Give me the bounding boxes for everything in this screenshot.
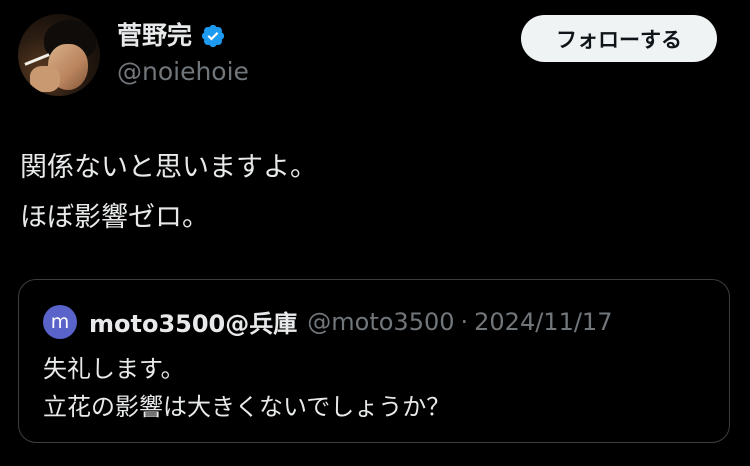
follow-button[interactable]: フォローする: [521, 15, 717, 62]
quoted-separator: ·: [460, 307, 469, 336]
author-display-name[interactable]: 菅野完: [117, 18, 192, 54]
quoted-author-handle: @moto3500: [307, 307, 455, 336]
avatar-hand: [30, 66, 60, 92]
tweet-text: 関係ないと思いますよ。 ほぼ影響ゼロ。: [20, 143, 720, 243]
tweet-text-line: 関係ないと思いますよ。: [20, 152, 317, 183]
avatar-cigarette: [24, 53, 50, 66]
quoted-tweet-card[interactable]: m moto3500@兵庫 @moto3500 · 2024/11/17 失礼し…: [18, 279, 730, 443]
quoted-text-line: 立花の影響は大きくないでしょうか？: [43, 393, 451, 421]
tweet-text-line: ほぼ影響ゼロ。: [20, 202, 209, 233]
quoted-tweet-header: m moto3500@兵庫 @moto3500 · 2024/11/17: [43, 304, 612, 339]
author-name-row: 菅野完: [117, 18, 226, 54]
quoted-text-line: 失礼します。: [43, 355, 185, 383]
author-handle[interactable]: @noiehoie: [117, 54, 249, 90]
quoted-author-avatar: m: [43, 304, 77, 339]
quoted-date: 2024/11/17: [474, 307, 613, 336]
author-avatar[interactable]: [18, 14, 100, 96]
quoted-tweet-text: 失礼します。 立花の影響は大きくないでしょうか？: [43, 350, 450, 426]
quoted-author-name: moto3500@兵庫: [89, 310, 298, 338]
verified-badge-icon: [201, 24, 225, 48]
